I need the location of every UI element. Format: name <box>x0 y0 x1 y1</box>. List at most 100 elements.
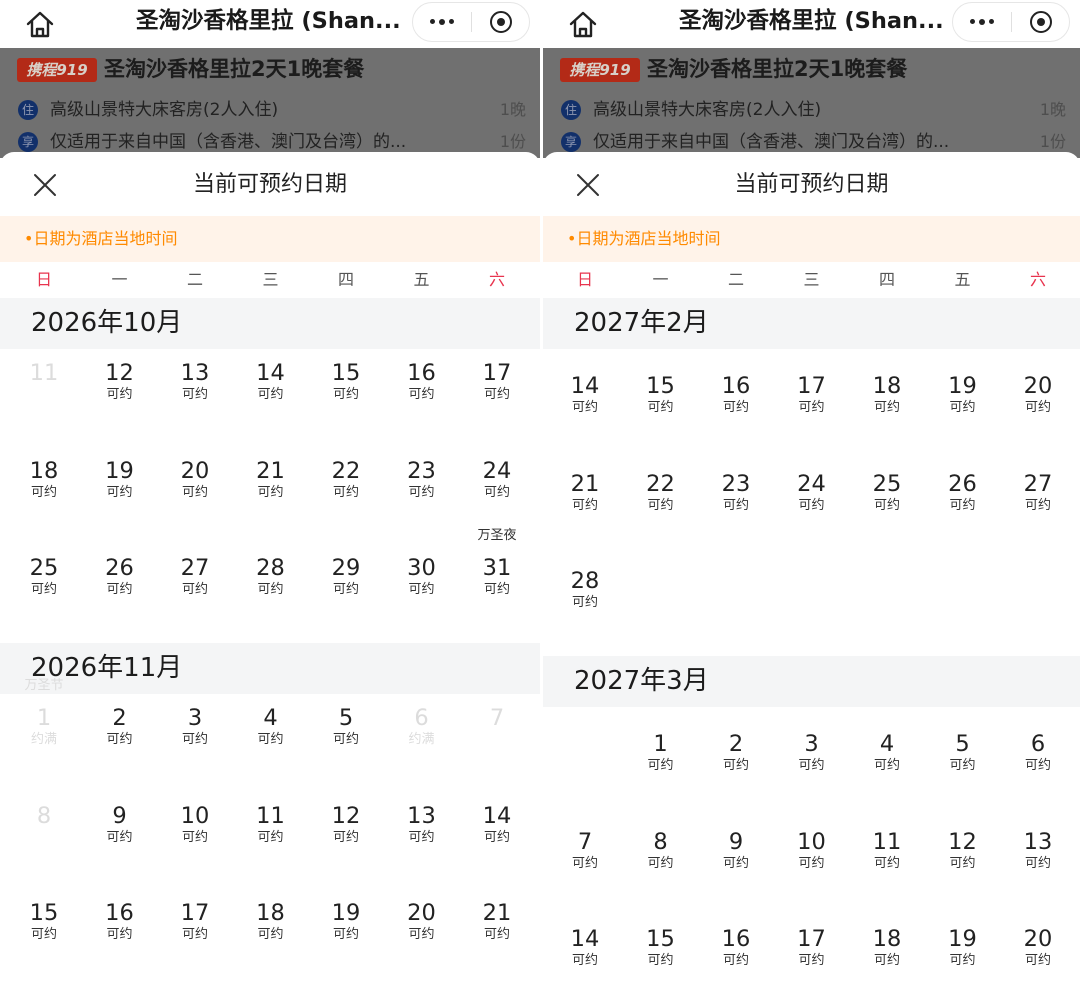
day-number: 10 <box>797 828 826 855</box>
calendar-day[interactable]: 19 可约 <box>85 457 155 501</box>
day-number: 6 <box>1030 731 1046 757</box>
package-summary-dimmed: 携程919 圣淘沙香格里拉2天1晚套餐 住 高级山景特大床客房(2人入住) 1晚… <box>543 48 1080 158</box>
calendar-day[interactable]: 19 可约 <box>928 925 998 969</box>
calendar-day[interactable]: 12 可约 <box>928 828 998 872</box>
weekday-label: 日 <box>35 270 52 289</box>
calendar-day[interactable]: 2 可约 <box>85 704 155 748</box>
calendar-day[interactable]: 3 可约 <box>777 730 847 774</box>
calendar-day[interactable]: 26 可约 <box>928 470 998 514</box>
day-status: 可约 <box>106 387 133 402</box>
calendar-day[interactable]: 1 可约 <box>626 730 696 774</box>
day-number: 20 <box>180 457 210 484</box>
calendar-day[interactable]: 22 可约 <box>626 470 696 514</box>
calendar-day[interactable]: 9 可约 <box>85 802 155 846</box>
calendar-day[interactable]: 4 可约 <box>236 704 306 748</box>
day-number: 13 <box>407 802 436 829</box>
calendar-day[interactable]: 16 可约 <box>85 899 155 943</box>
calendar-day[interactable]: 25 可约 <box>9 554 79 598</box>
calendar-day[interactable]: 17 可约 <box>462 359 532 403</box>
home-icon[interactable] <box>22 6 58 42</box>
calendar-day[interactable]: 22 可约 <box>311 457 381 501</box>
day-status: 可约 <box>647 758 674 773</box>
day-number: 2 <box>112 705 127 731</box>
calendar-day[interactable]: 6 可约 <box>1003 730 1073 774</box>
day-status: 可约 <box>181 829 208 845</box>
calendar-day[interactable]: 25 可约 <box>852 470 922 514</box>
calendar-day[interactable]: 15 可约 <box>311 359 381 403</box>
timezone-notice: •日期为酒店当地时间 <box>543 216 1080 262</box>
calendar-day[interactable]: 20 可约 <box>1003 925 1073 969</box>
day-status: 约满 <box>30 732 57 747</box>
calendar-day[interactable]: 28 可约 <box>236 554 306 598</box>
calendar-day[interactable]: 14 可约 <box>236 359 306 403</box>
calendar-day[interactable]: 27 可约 <box>1003 470 1073 514</box>
calendar-day[interactable]: 11 可约 <box>852 828 922 872</box>
day-status: 可约 <box>571 855 598 871</box>
calendar-day[interactable]: 26 可约 <box>85 554 155 598</box>
calendar-day[interactable]: 28 可约 <box>550 567 620 611</box>
package-item-qty: 1晚 <box>1039 100 1066 119</box>
calendar-day[interactable]: 18 可约 <box>9 457 79 501</box>
calendar-day[interactable]: 11 可约 <box>236 802 306 846</box>
calendar-day[interactable]: 7 可约 <box>550 828 620 872</box>
calendar-day[interactable]: 8 可约 <box>626 828 696 872</box>
calendar-day[interactable]: 21 可约 <box>236 457 306 501</box>
more-options-icon[interactable] <box>413 3 471 41</box>
calendar-day[interactable]: 16 可约 <box>701 925 771 969</box>
calendar-day[interactable]: 5 可约 <box>928 730 998 774</box>
calendar-day[interactable]: 9 可约 <box>701 828 771 872</box>
day-status: 可约 <box>332 829 359 845</box>
calendar-day[interactable]: 17 可约 <box>777 372 847 416</box>
day-status: 可约 <box>571 497 598 513</box>
calendar-day[interactable]: 21 可约 <box>462 899 532 943</box>
calendar-day[interactable]: 12 可约 <box>85 359 155 403</box>
calendar-day[interactable]: 24 可约 <box>777 470 847 514</box>
sheet-title: 当前可预约日期 <box>734 172 889 197</box>
more-options-icon[interactable] <box>953 3 1011 41</box>
calendar-day[interactable]: 16 可约 <box>701 372 771 416</box>
calendar-day[interactable]: 18 可约 <box>852 925 922 969</box>
calendar-day[interactable]: 17 可约 <box>160 899 230 943</box>
calendar-day[interactable]: 20 可约 <box>387 899 457 943</box>
calendar-day[interactable]: 13 可约 <box>387 802 457 846</box>
calendar-day[interactable]: 20 可约 <box>160 457 230 501</box>
close-miniprogram-icon[interactable] <box>472 3 530 41</box>
day-number: 10 <box>180 802 210 829</box>
date-picker-sheet: 当前可预约日期 •日期为酒店当地时间 日一二三四五六 2027年2月 14 可约 15… <box>543 152 1080 991</box>
calendar-day[interactable]: 19 可约 <box>311 899 381 943</box>
calendar-day[interactable]: 5 可约 <box>311 704 381 748</box>
calendar-day[interactable]: 23 可约 <box>387 457 457 501</box>
calendar-day[interactable]: 24 可约 <box>462 457 532 501</box>
calendar-day[interactable]: 27 可约 <box>160 554 230 598</box>
calendar-day[interactable]: 15 可约 <box>626 372 696 416</box>
calendar-day[interactable]: 30 可约 <box>387 554 457 598</box>
day-number: 13 <box>1023 828 1053 855</box>
close-miniprogram-icon[interactable] <box>1012 3 1070 41</box>
calendar-day[interactable]: 15 可约 <box>626 925 696 969</box>
calendar-day[interactable]: 万圣夜 31 可约 <box>462 528 532 598</box>
calendar-day[interactable]: 21 可约 <box>550 470 620 514</box>
day-status: 可约 <box>257 484 284 500</box>
calendar-day[interactable]: 19 可约 <box>928 372 998 416</box>
package-title: 圣淘沙香格里拉2天1晚套餐 <box>647 57 908 81</box>
calendar-day[interactable]: 23 可约 <box>701 470 771 514</box>
calendar-day[interactable]: 14 可约 <box>550 925 620 969</box>
calendar-day[interactable]: 4 可约 <box>852 730 922 774</box>
home-icon[interactable] <box>565 6 601 42</box>
calendar-day[interactable]: 12 可约 <box>311 802 381 846</box>
calendar-day[interactable]: 10 可约 <box>777 828 847 872</box>
calendar-day[interactable]: 14 可约 <box>462 802 532 846</box>
calendar-day[interactable]: 10 可约 <box>160 802 230 846</box>
calendar-day[interactable]: 20 可约 <box>1003 372 1073 416</box>
calendar-day[interactable]: 13 可约 <box>160 359 230 403</box>
calendar-day[interactable]: 3 可约 <box>160 704 230 748</box>
calendar-day[interactable]: 29 可约 <box>311 554 381 598</box>
calendar-day[interactable]: 18 可约 <box>852 372 922 416</box>
calendar-day[interactable]: 14 可约 <box>550 372 620 416</box>
calendar-day[interactable]: 2 可约 <box>701 730 771 774</box>
calendar-day[interactable]: 18 可约 <box>236 899 306 943</box>
calendar-day[interactable]: 15 可约 <box>9 899 79 943</box>
calendar-day[interactable]: 13 可约 <box>1003 828 1073 872</box>
calendar-day[interactable]: 16 可约 <box>387 359 457 403</box>
calendar-day[interactable]: 17 可约 <box>777 925 847 969</box>
